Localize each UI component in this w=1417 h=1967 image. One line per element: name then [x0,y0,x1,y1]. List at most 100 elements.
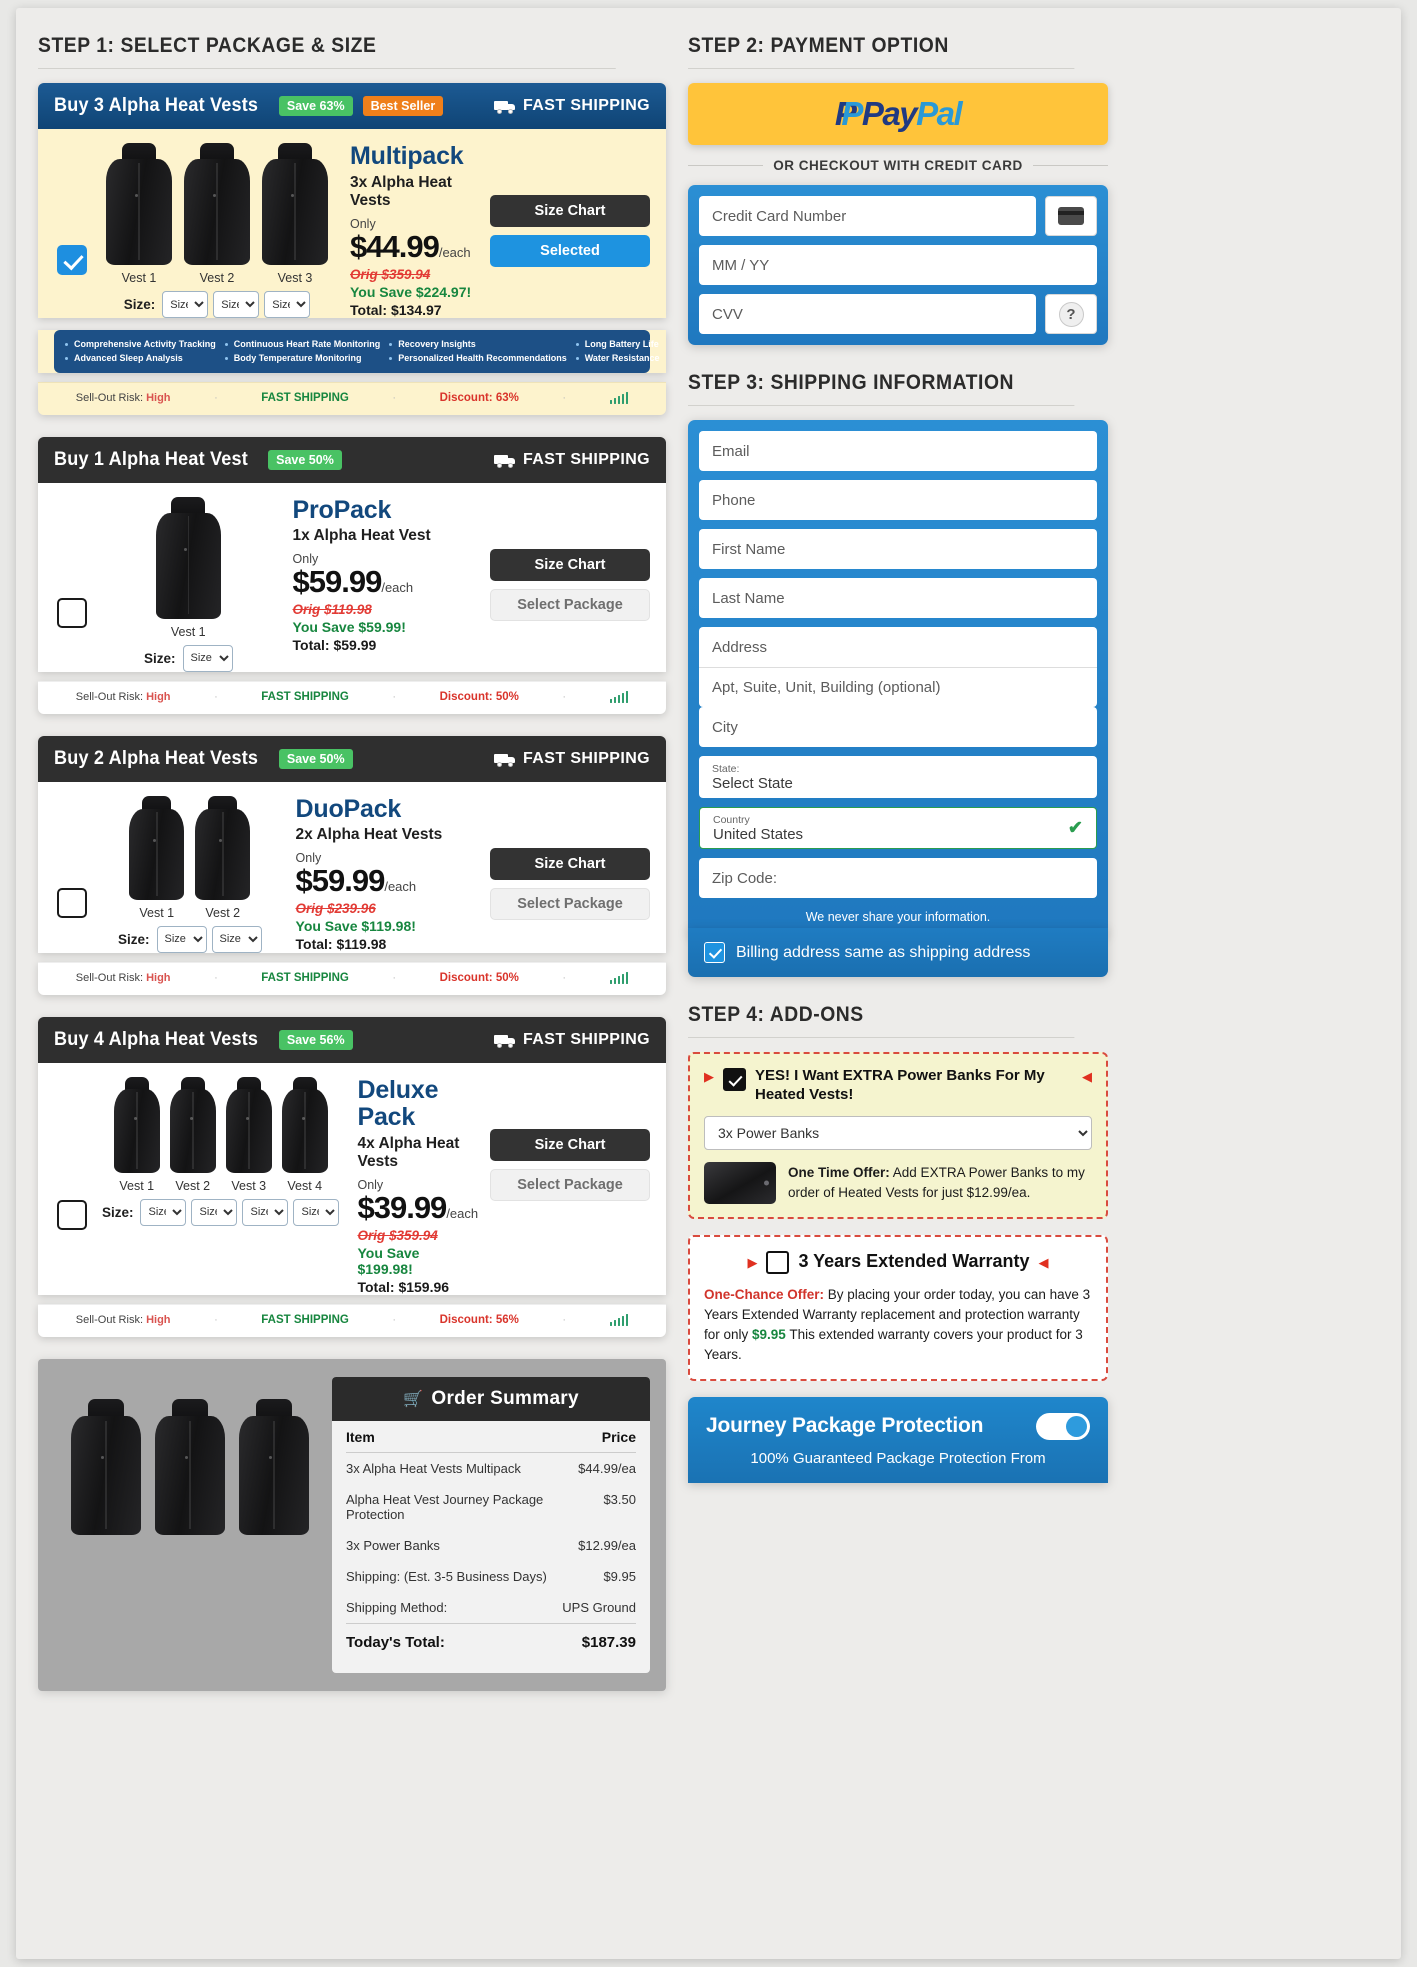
billing-same-label: Billing address same as shipping address [736,943,1031,961]
package-select-checkbox[interactable] [56,1199,87,1230]
billing-same-row[interactable]: Billing address same as shipping address [688,928,1108,977]
vest-label: Vest 1 [170,624,206,639]
city-input[interactable]: City [699,707,1097,747]
signal-bars-icon [609,690,629,703]
size-select-vest-4[interactable]: Size [293,1198,340,1226]
feature-item: Long Battery Life [575,337,680,351]
package-price: $59.99 [292,564,383,600]
size-chart-button[interactable]: Size Chart [490,847,650,880]
first-name-input[interactable]: First Name [699,529,1097,569]
package-select-checkbox[interactable] [57,244,87,275]
row-price: UPS Ground [562,1599,636,1615]
order-summary-card: 🛒 Order Summary Item Price 3x Alpha Heat… [332,1376,650,1673]
package-status-bar: Sell-Out Risk: High · FAST SHIPPING · Di… [38,381,666,415]
zip-code-input[interactable]: Zip Code: [699,858,1097,898]
size-select-vest-1[interactable]: Size [140,1198,187,1226]
original-price: Orig $239.96 [295,901,376,917]
warranty-checkbox[interactable] [766,1250,790,1274]
phone-input[interactable]: Phone [699,480,1097,520]
state-select[interactable]: State: Select State [699,756,1097,798]
original-price: Orig $359.94 [357,1227,438,1243]
column-price: Price [601,1428,636,1445]
status-shipping: FAST SHIPPING [261,1313,349,1326]
size-select-vest-3[interactable]: Size [242,1198,289,1226]
fast-shipping-label: FAST SHIPPING [523,749,650,767]
select-package-button[interactable]: Select Package [490,588,650,621]
status-discount: Discount: 50% [439,971,519,984]
save-badge: Save 50% [278,748,353,769]
cvv-help-button[interactable]: ? [1045,294,1097,334]
vest-image [234,1398,314,1535]
package-name: ProPack [292,495,392,524]
warranty-title: 3 Years Extended Warranty [798,1251,1030,1271]
size-select-vest-1[interactable]: Size [162,291,209,318]
package-select-checkbox[interactable] [57,598,87,629]
feature-item: Body Temperature Monitoring [224,351,381,365]
card-type-icon-box[interactable] [1045,196,1097,236]
size-chart-button[interactable]: Size Chart [490,1128,650,1161]
billing-same-checkbox[interactable] [704,942,725,963]
card-expiry-input[interactable]: MM / YY [699,245,1097,285]
size-select-vest-1[interactable]: Size [182,644,233,672]
paypal-word-pal: Pal [916,95,963,132]
country-label: Country [713,813,750,826]
address-input[interactable]: Address [699,627,1097,667]
separator-dot: · [214,391,218,404]
sellout-risk-value: High [146,391,171,404]
package-card-multipack[interactable]: Buy 3 Alpha Heat Vests Save 63% Best Sel… [38,83,666,415]
paypal-button[interactable]: P P Pay Pal [688,83,1108,145]
vest-label: Vest 1 [139,905,175,920]
vest-image [151,496,225,619]
size-select-vest-2[interactable]: Size [213,291,260,318]
country-select[interactable]: Country United States ✔ [699,807,1097,849]
credit-card-panel: Credit Card Number MM / YY CVV ? [688,185,1108,345]
last-name-input[interactable]: Last Name [699,578,1097,618]
journey-package-protection[interactable]: Journey Package Protection 100% Guarante… [688,1396,1108,1483]
or-divider: OR CHECKOUT WITH CREDIT CARD [688,158,1108,173]
card-cvv-input[interactable]: CVV [699,294,1036,334]
vest-image [223,1076,275,1173]
power-banks-checkbox[interactable] [723,1068,746,1091]
separator-dot: · [562,1313,567,1326]
best-seller-badge: Best Seller [362,96,444,116]
package-images: Vest 1 Size: Size [102,496,275,672]
package-select-checkbox[interactable] [57,888,87,919]
package-card-duopack[interactable]: Buy 2 Alpha Heat Vests Save 50% FAST SHI… [38,735,666,995]
size-select-vest-3[interactable]: Size [264,291,311,318]
select-package-button[interactable]: Select Package [490,887,650,920]
size-select-vest-1[interactable]: Size [156,925,207,953]
package-card-deluxe[interactable]: Buy 4 Alpha Heat Vests Save 56% FAST SHI… [38,1016,666,1337]
select-package-button[interactable]: Selected [490,235,650,267]
separator-dot: · [392,391,397,404]
package-card-propack[interactable]: Buy 1 Alpha Heat Vest Save 50% FAST SHIP… [38,436,666,714]
apt-input[interactable]: Apt, Suite, Unit, Building (optional) [699,667,1097,707]
vest-image [258,143,332,265]
package-header: Buy 3 Alpha Heat Vests Save 63% Best Sel… [38,83,666,129]
package-body: Vest 1 Vest 2 Size: Size Size DuoPack 2x… [38,781,666,953]
vest-label: Vest 2 [199,271,235,285]
email-input[interactable]: Email [699,431,1097,471]
power-banks-quantity-select[interactable]: 3x Power Banks [704,1115,1092,1150]
arrow-right-icon: ▶ [704,1069,714,1084]
package-images: Vest 1 Vest 2 Vest 3 Vest 4 Size: Size S… [102,1076,340,1295]
package-subtitle: 3x Alpha Heat Vests [350,173,452,209]
addon-warranty[interactable]: ▶ 3 Years Extended Warranty ◀ One-Chance… [688,1234,1108,1381]
size-select-vest-2[interactable]: Size [211,925,262,953]
package-name: DuoPack [295,794,402,823]
package-info: Deluxe Pack 4x Alpha Heat Vests Only $39… [351,1076,478,1295]
select-package-button[interactable]: Select Package [490,1168,650,1201]
checkout-page: STEP 1: SELECT PACKAGE & SIZE Buy 3 Alph… [16,8,1401,1959]
arrow-left-icon: ◀ [1038,1254,1049,1270]
size-chart-button[interactable]: Size Chart [490,548,650,581]
size-select-vest-2[interactable]: Size [191,1198,238,1226]
table-row: 3x Alpha Heat Vests Multipack $44.99/ea [346,1453,636,1484]
vest-label: Vest 4 [287,1178,323,1193]
credit-card-number-input[interactable]: Credit Card Number [699,196,1036,236]
jpp-toggle[interactable] [1036,1412,1090,1440]
step3-heading: STEP 3: SHIPPING INFORMATION [688,371,1075,406]
addon-power-banks[interactable]: ▶ YES! I Want EXTRA Power Banks For My H… [688,1052,1108,1219]
size-chart-button[interactable]: Size Chart [490,195,650,227]
separator-dot: · [562,971,567,984]
table-row: Shipping Method: UPS Ground [346,1592,636,1623]
arrow-left-icon: ◀ [1082,1069,1092,1084]
